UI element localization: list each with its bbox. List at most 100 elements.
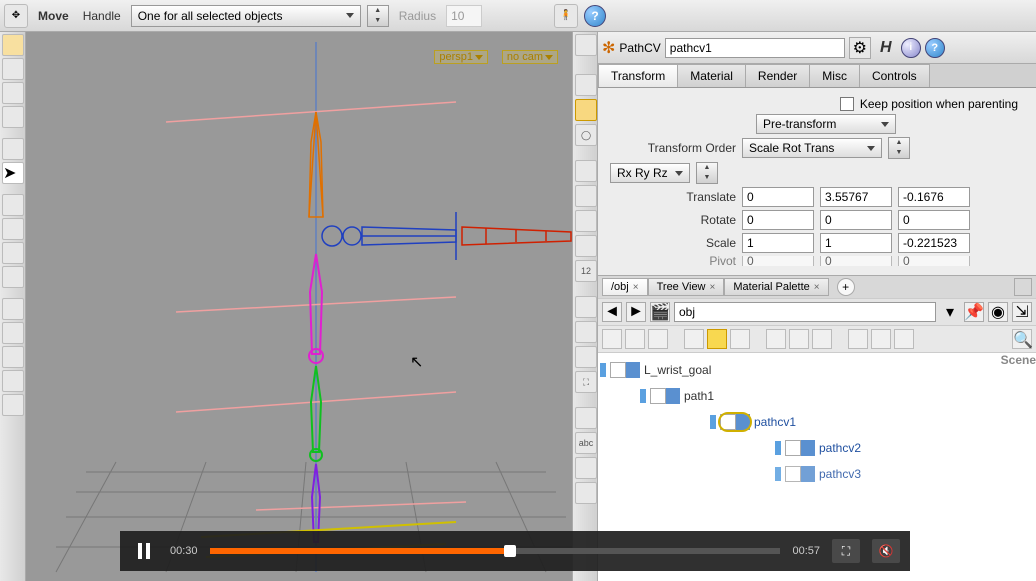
tool-brush-icon[interactable] bbox=[2, 82, 24, 104]
ib-8[interactable] bbox=[789, 329, 809, 349]
expand-icon[interactable]: ⇲ bbox=[1012, 302, 1032, 322]
ib-5[interactable] bbox=[707, 329, 727, 349]
move-tool-icon[interactable]: ✥ bbox=[4, 4, 28, 28]
ib-11[interactable] bbox=[871, 329, 891, 349]
nav-back-button[interactable]: ◄ bbox=[602, 302, 622, 322]
pivot-x[interactable] bbox=[742, 256, 814, 266]
vp-light-icon[interactable] bbox=[575, 99, 597, 121]
rotate-z[interactable] bbox=[898, 210, 970, 230]
vp-btn-12[interactable]: 12 bbox=[575, 260, 597, 282]
translate-y[interactable] bbox=[820, 187, 892, 207]
close-icon[interactable]: × bbox=[710, 282, 716, 293]
vp-btn-abc[interactable]: abc bbox=[575, 432, 597, 454]
radius-input[interactable]: 10 bbox=[446, 5, 482, 27]
network-path-input[interactable] bbox=[674, 302, 936, 322]
stickman-icon[interactable]: 🧍 bbox=[554, 4, 578, 28]
display-flag[interactable] bbox=[640, 389, 646, 403]
vp-btn-h[interactable] bbox=[575, 407, 597, 429]
pivot-stepper[interactable]: ▲▼ bbox=[367, 5, 389, 27]
info-button[interactable]: i bbox=[901, 38, 921, 58]
vp-btn-1[interactable] bbox=[575, 34, 597, 56]
tree-node[interactable]: pathcv3 bbox=[598, 461, 1036, 487]
vp-btn-j[interactable] bbox=[575, 482, 597, 504]
vp-btn-f[interactable] bbox=[575, 321, 597, 343]
ib-7[interactable] bbox=[766, 329, 786, 349]
tool-snap-5[interactable] bbox=[2, 394, 24, 416]
ib-3[interactable] bbox=[648, 329, 668, 349]
vp-btn-i[interactable] bbox=[575, 457, 597, 479]
ib-12[interactable] bbox=[894, 329, 914, 349]
vp-btn-g[interactable] bbox=[575, 346, 597, 368]
h-button[interactable]: H bbox=[875, 39, 897, 57]
transform-order-select[interactable]: Scale Rot Trans bbox=[742, 138, 882, 158]
viewport[interactable]: persp1 no cam bbox=[26, 32, 572, 581]
tab-material[interactable]: Material bbox=[677, 64, 746, 87]
ib-search-icon[interactable]: 🔍 bbox=[1012, 329, 1032, 349]
display-flag[interactable] bbox=[600, 363, 606, 377]
tab-transform[interactable]: Transform bbox=[598, 64, 678, 87]
tool-xform-1[interactable] bbox=[2, 194, 24, 216]
vp-btn-e[interactable] bbox=[575, 296, 597, 318]
tool-2[interactable] bbox=[2, 58, 24, 80]
rot-order-stepper[interactable]: ▲▼ bbox=[696, 162, 718, 184]
tree-node[interactable]: pathcv2 bbox=[598, 435, 1036, 461]
seek-thumb[interactable] bbox=[504, 545, 516, 557]
vp-btn-b[interactable] bbox=[575, 185, 597, 207]
nav-forward-button[interactable]: ► bbox=[626, 302, 646, 322]
tool-arrow-icon[interactable]: ➤ bbox=[2, 162, 24, 184]
add-tab-button[interactable]: + bbox=[837, 278, 855, 296]
scale-x[interactable] bbox=[742, 233, 814, 253]
pretransform-select[interactable]: Pre-transform bbox=[756, 114, 896, 134]
ib-1[interactable] bbox=[602, 329, 622, 349]
seek-bar[interactable] bbox=[210, 548, 781, 554]
node-name-input[interactable] bbox=[665, 38, 845, 58]
pin-icon[interactable]: 📌 bbox=[964, 302, 984, 322]
refresh-icon[interactable]: ◉ bbox=[988, 302, 1008, 322]
clapper-icon[interactable]: 🎬 bbox=[650, 302, 670, 322]
tool-xform-3[interactable] bbox=[2, 242, 24, 264]
gear-icon[interactable]: ⚙ bbox=[849, 37, 871, 59]
tool-lasso-icon[interactable] bbox=[2, 106, 24, 128]
rotate-y[interactable] bbox=[820, 210, 892, 230]
tab-material-palette[interactable]: Material Palette× bbox=[724, 278, 828, 296]
tool-flame-icon[interactable] bbox=[2, 34, 24, 56]
ib-2[interactable] bbox=[625, 329, 645, 349]
vp-camera-icon[interactable] bbox=[575, 74, 597, 96]
fullscreen-button[interactable]: ⛶ bbox=[832, 539, 860, 563]
rot-order-select[interactable]: Rx Ry Rz bbox=[610, 163, 690, 183]
pivot-y[interactable] bbox=[820, 256, 892, 266]
ib-10[interactable] bbox=[848, 329, 868, 349]
help-button[interactable]: ? bbox=[584, 5, 606, 27]
translate-x[interactable] bbox=[742, 187, 814, 207]
keep-position-checkbox[interactable] bbox=[840, 97, 854, 111]
tab-tree-view[interactable]: Tree View× bbox=[648, 278, 725, 296]
display-flag[interactable] bbox=[710, 415, 716, 429]
tab-render[interactable]: Render bbox=[745, 64, 810, 87]
tool-snap-4[interactable] bbox=[2, 370, 24, 392]
tool-xform-2[interactable] bbox=[2, 218, 24, 240]
maximize-icon[interactable] bbox=[1014, 278, 1032, 296]
close-icon[interactable]: × bbox=[814, 282, 820, 293]
tool-snap-2[interactable] bbox=[2, 322, 24, 344]
pivot-select[interactable]: One for all selected objects bbox=[131, 5, 361, 27]
vp-btn-d[interactable] bbox=[575, 235, 597, 257]
vp-btn-a[interactable] bbox=[575, 160, 597, 182]
tab-controls[interactable]: Controls bbox=[859, 64, 930, 87]
translate-z[interactable] bbox=[898, 187, 970, 207]
help-button-panel[interactable]: ? bbox=[925, 38, 945, 58]
xform-order-stepper[interactable]: ▲▼ bbox=[888, 137, 910, 159]
tab-obj[interactable]: /obj× bbox=[602, 278, 648, 296]
rotate-x[interactable] bbox=[742, 210, 814, 230]
tree-node[interactable]: pathcv1 bbox=[598, 409, 1036, 435]
scale-z[interactable] bbox=[898, 233, 970, 253]
tab-misc[interactable]: Misc bbox=[809, 64, 860, 87]
tool-select-icon[interactable] bbox=[2, 138, 24, 160]
ib-6[interactable] bbox=[730, 329, 750, 349]
tree-node[interactable]: path1 bbox=[598, 383, 1036, 409]
tool-snap-1[interactable] bbox=[2, 298, 24, 320]
close-icon[interactable]: × bbox=[633, 282, 639, 293]
vp-expand-icon[interactable]: ⛶ bbox=[575, 371, 597, 393]
tree-node[interactable]: L_wrist_goal bbox=[598, 357, 1036, 383]
mute-button[interactable]: 🔇 bbox=[872, 539, 900, 563]
tool-xform-4[interactable] bbox=[2, 266, 24, 288]
